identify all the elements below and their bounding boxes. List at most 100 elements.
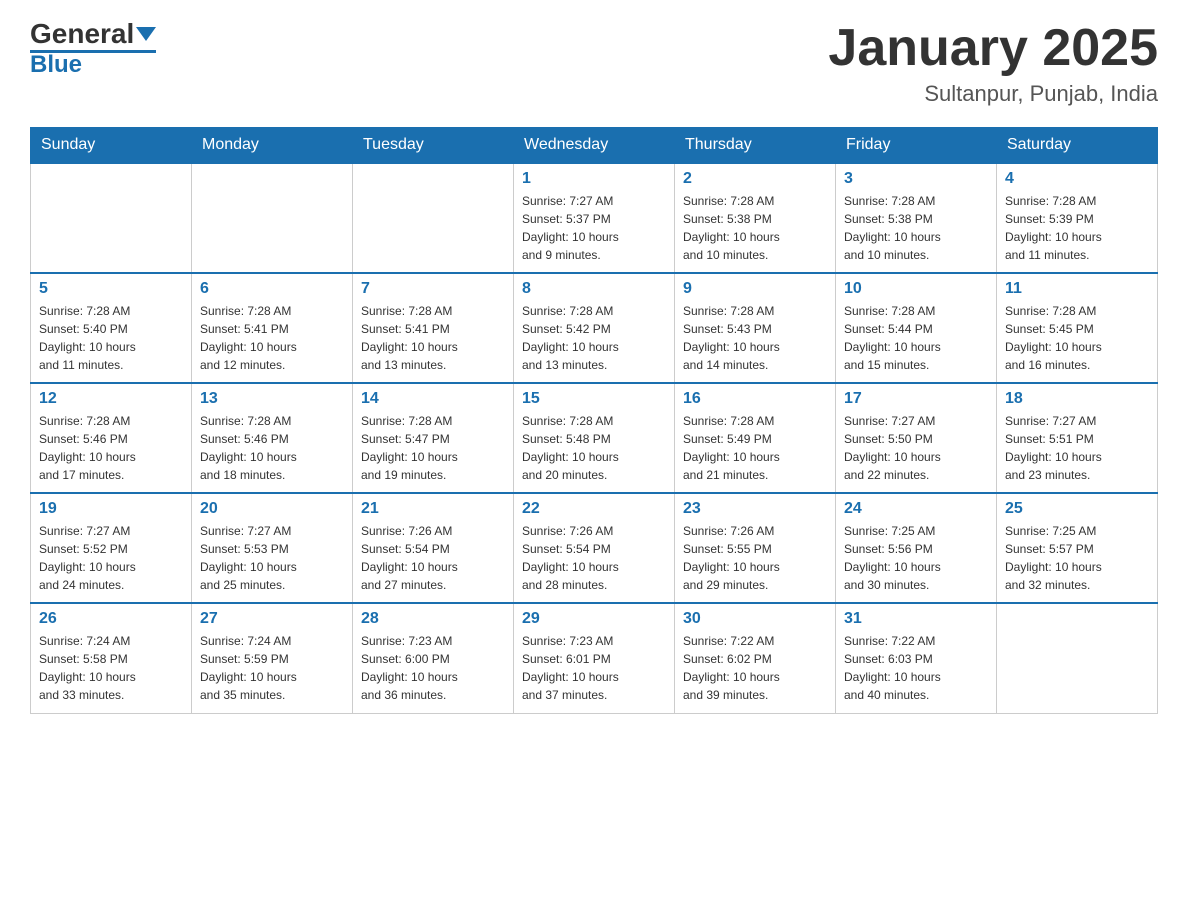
day-number: 14 [361, 390, 505, 408]
col-thursday: Thursday [675, 128, 836, 164]
col-friday: Friday [836, 128, 997, 164]
day-info: Sunrise: 7:25 AM Sunset: 5:56 PM Dayligh… [844, 522, 988, 594]
day-number: 16 [683, 390, 827, 408]
calendar-cell: 3 Sunrise: 7:28 AM Sunset: 5:38 PM Daylig… [836, 163, 997, 273]
day-info: Sunrise: 7:28 AM Sunset: 5:39 PM Dayligh… [1005, 192, 1149, 264]
day-info: Sunrise: 7:27 AM Sunset: 5:52 PM Dayligh… [39, 522, 183, 594]
logo: General Blue [30, 20, 156, 77]
page-header: General Blue January 2025 Sultanpur, Pun… [30, 20, 1158, 107]
week-row-3: 12 Sunrise: 7:28 AM Sunset: 5:46 PM Dayli… [31, 383, 1158, 493]
day-info: Sunrise: 7:27 AM Sunset: 5:37 PM Dayligh… [522, 192, 666, 264]
day-info: Sunrise: 7:28 AM Sunset: 5:40 PM Dayligh… [39, 302, 183, 374]
calendar-cell [997, 603, 1158, 713]
day-info: Sunrise: 7:28 AM Sunset: 5:46 PM Dayligh… [200, 412, 344, 484]
calendar-cell: 30Sunrise: 7:22 AM Sunset: 6:02 PM Dayli… [675, 603, 836, 713]
day-info: Sunrise: 7:28 AM Sunset: 5:38 PM Dayligh… [844, 192, 988, 264]
day-info: Sunrise: 7:26 AM Sunset: 5:55 PM Dayligh… [683, 522, 827, 594]
day-number: 12 [39, 390, 183, 408]
days-of-week-row: Sunday Monday Tuesday Wednesday Thursday… [31, 128, 1158, 164]
month-title: January 2025 [828, 20, 1158, 77]
day-info: Sunrise: 7:27 AM Sunset: 5:51 PM Dayligh… [1005, 412, 1149, 484]
calendar-cell: 1 Sunrise: 7:27 AM Sunset: 5:37 PM Daylig… [514, 163, 675, 273]
day-number: 22 [522, 500, 666, 518]
logo-text-general: General [30, 20, 134, 48]
day-number: 27 [200, 610, 344, 628]
day-info: Sunrise: 7:28 AM Sunset: 5:48 PM Dayligh… [522, 412, 666, 484]
calendar-cell: 5 Sunrise: 7:28 AM Sunset: 5:40 PM Daylig… [31, 273, 192, 383]
day-info: Sunrise: 7:28 AM Sunset: 5:38 PM Dayligh… [683, 192, 827, 264]
day-number: 1 [522, 170, 666, 188]
day-number: 17 [844, 390, 988, 408]
day-info: Sunrise: 7:23 AM Sunset: 6:01 PM Dayligh… [522, 632, 666, 704]
week-row-2: 5 Sunrise: 7:28 AM Sunset: 5:40 PM Daylig… [31, 273, 1158, 383]
location-title: Sultanpur, Punjab, India [828, 81, 1158, 107]
day-info: Sunrise: 7:28 AM Sunset: 5:41 PM Dayligh… [361, 302, 505, 374]
calendar-cell: 16 Sunrise: 7:28 AM Sunset: 5:49 PM Dayli… [675, 383, 836, 493]
calendar-cell: 10Sunrise: 7:28 AM Sunset: 5:44 PM Dayli… [836, 273, 997, 383]
calendar-cell: 18 Sunrise: 7:27 AM Sunset: 5:51 PM Dayli… [997, 383, 1158, 493]
calendar-cell: 4 Sunrise: 7:28 AM Sunset: 5:39 PM Daylig… [997, 163, 1158, 273]
day-number: 20 [200, 500, 344, 518]
col-tuesday: Tuesday [353, 128, 514, 164]
day-info: Sunrise: 7:25 AM Sunset: 5:57 PM Dayligh… [1005, 522, 1149, 594]
day-info: Sunrise: 7:28 AM Sunset: 5:49 PM Dayligh… [683, 412, 827, 484]
calendar-cell: 27Sunrise: 7:24 AM Sunset: 5:59 PM Dayli… [192, 603, 353, 713]
calendar-cell [192, 163, 353, 273]
day-number: 15 [522, 390, 666, 408]
day-info: Sunrise: 7:27 AM Sunset: 5:53 PM Dayligh… [200, 522, 344, 594]
week-row-5: 26Sunrise: 7:24 AM Sunset: 5:58 PM Dayli… [31, 603, 1158, 713]
calendar-cell: 6 Sunrise: 7:28 AM Sunset: 5:41 PM Daylig… [192, 273, 353, 383]
day-number: 19 [39, 500, 183, 518]
day-number: 8 [522, 280, 666, 298]
day-number: 28 [361, 610, 505, 628]
calendar-cell: 29 Sunrise: 7:23 AM Sunset: 6:01 PM Dayli… [514, 603, 675, 713]
calendar-cell [353, 163, 514, 273]
logo-triangle-icon [136, 27, 156, 41]
calendar-cell: 31Sunrise: 7:22 AM Sunset: 6:03 PM Dayli… [836, 603, 997, 713]
calendar-cell: 22Sunrise: 7:26 AM Sunset: 5:54 PM Dayli… [514, 493, 675, 603]
col-saturday: Saturday [997, 128, 1158, 164]
week-row-1: 1 Sunrise: 7:27 AM Sunset: 5:37 PM Daylig… [31, 163, 1158, 273]
day-number: 21 [361, 500, 505, 518]
calendar-cell: 17 Sunrise: 7:27 AM Sunset: 5:50 PM Dayli… [836, 383, 997, 493]
day-info: Sunrise: 7:28 AM Sunset: 5:43 PM Dayligh… [683, 302, 827, 374]
day-info: Sunrise: 7:28 AM Sunset: 5:47 PM Dayligh… [361, 412, 505, 484]
day-number: 3 [844, 170, 988, 188]
calendar-cell [31, 163, 192, 273]
calendar-cell: 26Sunrise: 7:24 AM Sunset: 5:58 PM Dayli… [31, 603, 192, 713]
day-number: 5 [39, 280, 183, 298]
day-number: 10 [844, 280, 988, 298]
calendar-cell: 13Sunrise: 7:28 AM Sunset: 5:46 PM Dayli… [192, 383, 353, 493]
day-number: 6 [200, 280, 344, 298]
day-info: Sunrise: 7:28 AM Sunset: 5:42 PM Dayligh… [522, 302, 666, 374]
day-info: Sunrise: 7:24 AM Sunset: 5:58 PM Dayligh… [39, 632, 183, 704]
day-info: Sunrise: 7:28 AM Sunset: 5:46 PM Dayligh… [39, 412, 183, 484]
week-row-4: 19 Sunrise: 7:27 AM Sunset: 5:52 PM Dayli… [31, 493, 1158, 603]
day-number: 30 [683, 610, 827, 628]
day-info: Sunrise: 7:27 AM Sunset: 5:50 PM Dayligh… [844, 412, 988, 484]
calendar-cell: 21 Sunrise: 7:26 AM Sunset: 5:54 PM Dayli… [353, 493, 514, 603]
calendar-cell: 24Sunrise: 7:25 AM Sunset: 5:56 PM Dayli… [836, 493, 997, 603]
calendar-cell: 25 Sunrise: 7:25 AM Sunset: 5:57 PM Dayli… [997, 493, 1158, 603]
logo-text-blue: Blue [30, 53, 82, 77]
day-number: 29 [522, 610, 666, 628]
day-number: 4 [1005, 170, 1149, 188]
day-info: Sunrise: 7:28 AM Sunset: 5:41 PM Dayligh… [200, 302, 344, 374]
day-info: Sunrise: 7:23 AM Sunset: 6:00 PM Dayligh… [361, 632, 505, 704]
day-info: Sunrise: 7:26 AM Sunset: 5:54 PM Dayligh… [361, 522, 505, 594]
day-number: 18 [1005, 390, 1149, 408]
calendar-cell: 23Sunrise: 7:26 AM Sunset: 5:55 PM Dayli… [675, 493, 836, 603]
calendar-cell: 19 Sunrise: 7:27 AM Sunset: 5:52 PM Dayli… [31, 493, 192, 603]
calendar-cell: 12 Sunrise: 7:28 AM Sunset: 5:46 PM Dayli… [31, 383, 192, 493]
calendar-cell: 20 Sunrise: 7:27 AM Sunset: 5:53 PM Dayli… [192, 493, 353, 603]
day-number: 11 [1005, 280, 1149, 298]
day-number: 25 [1005, 500, 1149, 518]
col-monday: Monday [192, 128, 353, 164]
col-sunday: Sunday [31, 128, 192, 164]
calendar-table: Sunday Monday Tuesday Wednesday Thursday… [30, 127, 1158, 714]
calendar-cell: 14 Sunrise: 7:28 AM Sunset: 5:47 PM Dayli… [353, 383, 514, 493]
calendar-cell: 7Sunrise: 7:28 AM Sunset: 5:41 PM Daylig… [353, 273, 514, 383]
col-wednesday: Wednesday [514, 128, 675, 164]
calendar-cell: 9 Sunrise: 7:28 AM Sunset: 5:43 PM Daylig… [675, 273, 836, 383]
day-number: 9 [683, 280, 827, 298]
